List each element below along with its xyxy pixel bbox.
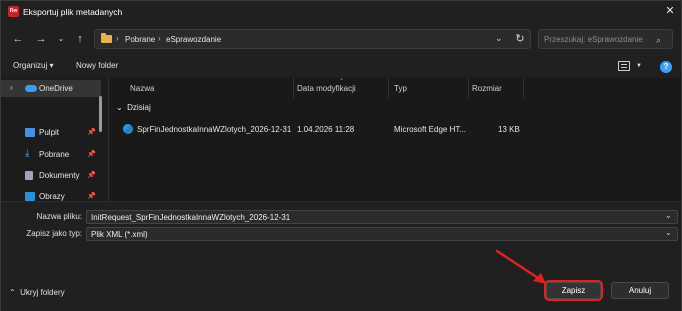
nav-label: Dokumenty	[39, 171, 80, 180]
collapse-chevron-icon[interactable]: ⌄	[116, 103, 123, 112]
up-arrow-icon[interactable]: ↑	[73, 32, 87, 46]
nav-item-pobrane[interactable]: ⤓ Pobrane 📌	[1, 146, 101, 163]
column-header-size[interactable]: Rozmiar	[472, 84, 502, 93]
pin-icon[interactable]: 📌	[87, 128, 96, 136]
column-header-type[interactable]: Typ	[394, 84, 407, 93]
documents-icon	[25, 171, 33, 180]
pin-icon[interactable]: 📌	[87, 192, 96, 200]
save-button[interactable]: Zapisz	[546, 282, 601, 299]
title-bar: Rw Eksportuj plik metadanych ✕	[1, 1, 681, 23]
chevron-down-icon[interactable]: ⌄	[495, 33, 503, 44]
chevron-down-icon[interactable]: ⌄	[665, 211, 672, 220]
organize-button[interactable]: Organizuj ▾	[13, 61, 53, 70]
filetype-select[interactable]	[86, 227, 678, 241]
column-header-name[interactable]: Nazwa	[130, 84, 154, 93]
table-row[interactable]: SprFinJednostkaInnaWZlotych_2026-12-31 1…	[120, 121, 540, 138]
nav-label: OneDrive	[39, 84, 73, 93]
column-divider[interactable]	[468, 78, 469, 98]
annotation-arrow-icon	[495, 249, 546, 284]
column-header-date[interactable]: Data modyfikacji	[297, 84, 356, 93]
app-icon: Rw	[8, 6, 19, 17]
close-button[interactable]: ✕	[663, 4, 677, 18]
back-arrow-icon[interactable]: ←	[11, 32, 25, 46]
download-icon: ⤓	[25, 148, 30, 159]
help-icon[interactable]: ?	[660, 61, 672, 73]
chevron-right-icon: ›	[116, 34, 119, 43]
file-type: Microsoft Edge HT...	[394, 125, 467, 134]
navigation-bar: ← → ⌄ ↑ › Pobrane › eSprawozdanie ⌄ ↻ ⌕	[1, 23, 681, 55]
recent-chevron-icon[interactable]: ⌄	[54, 32, 68, 46]
save-form: Nazwa pliku: ⌄ Zapisz jako typ: ⌄ ⌃ Ukry…	[1, 201, 681, 311]
file-name: SprFinJednostkaInnaWZlotych_2026-12-31	[137, 125, 292, 134]
navigation-pane: › OneDrive Pulpit 📌 ⤓ Pobrane 📌 Dokument…	[1, 78, 109, 201]
nav-label: Pobrane	[39, 150, 70, 159]
hide-folders-toggle[interactable]: ⌃ Ukryj foldery	[9, 288, 65, 297]
search-icon[interactable]: ⌕	[656, 35, 661, 46]
breadcrumb-esprawozdanie[interactable]: eSprawozdanie	[166, 35, 221, 44]
new-folder-button[interactable]: Nowy folder	[76, 61, 118, 70]
filename-input[interactable]	[86, 210, 678, 224]
file-date: 1.04.2026 11:28	[297, 125, 355, 134]
cancel-button[interactable]: Anuluj	[611, 282, 669, 299]
column-divider[interactable]	[388, 78, 389, 98]
command-toolbar: Organizuj ▾ Nowy folder ▼ ?	[1, 57, 681, 77]
pin-icon[interactable]: 📌	[87, 150, 96, 158]
chevron-down-icon[interactable]: ⌄	[665, 228, 672, 237]
column-divider[interactable]	[523, 78, 524, 98]
file-size: 13 KB	[498, 125, 520, 134]
nav-label: Obrazy	[39, 192, 65, 201]
pictures-icon	[25, 192, 35, 201]
nav-label: Pulpit	[39, 128, 60, 137]
forward-arrow-icon[interactable]: →	[34, 32, 48, 46]
chevron-up-icon: ⌃	[9, 288, 16, 297]
chevron-right-icon: ›	[158, 34, 161, 43]
pin-icon[interactable]: 📌	[87, 171, 96, 179]
nav-item-pulpit[interactable]: Pulpit 📌	[1, 124, 101, 141]
hide-folders-label: Ukryj foldery	[20, 288, 65, 297]
nav-item-dokumenty[interactable]: Dokumenty 📌	[1, 167, 101, 184]
search-input[interactable]	[538, 29, 673, 49]
nav-item-onedrive[interactable]: › OneDrive	[1, 80, 101, 97]
group-header[interactable]: ⌄ Dzisiaj	[116, 103, 151, 112]
expand-chevron-icon[interactable]: ›	[10, 83, 13, 92]
column-divider[interactable]	[293, 78, 294, 98]
save-dialog: Rw Eksportuj plik metadanych ✕ ← → ⌄ ↑ ›…	[0, 0, 682, 311]
view-options-icon[interactable]	[618, 61, 630, 71]
edge-icon	[123, 124, 133, 134]
group-label: Dzisiaj	[127, 103, 151, 112]
breadcrumb-pobrane[interactable]: Pobrane	[125, 35, 155, 44]
filename-label: Nazwa pliku:	[36, 212, 82, 221]
cloud-icon	[25, 85, 37, 92]
address-bar[interactable]: › Pobrane › eSprawozdanie ⌄	[94, 29, 531, 49]
filetype-label: Zapisz jako typ:	[26, 229, 82, 238]
refresh-icon[interactable]: ↻	[513, 32, 527, 46]
window-title: Eksportuj plik metadanych	[23, 7, 123, 17]
desktop-icon	[25, 128, 35, 137]
view-dropdown-icon[interactable]: ▼	[636, 63, 642, 69]
folder-icon	[101, 33, 112, 43]
file-list: Nazwa ⌃ Data modyfikacji Typ Rozmiar ⌄ D…	[110, 78, 681, 201]
